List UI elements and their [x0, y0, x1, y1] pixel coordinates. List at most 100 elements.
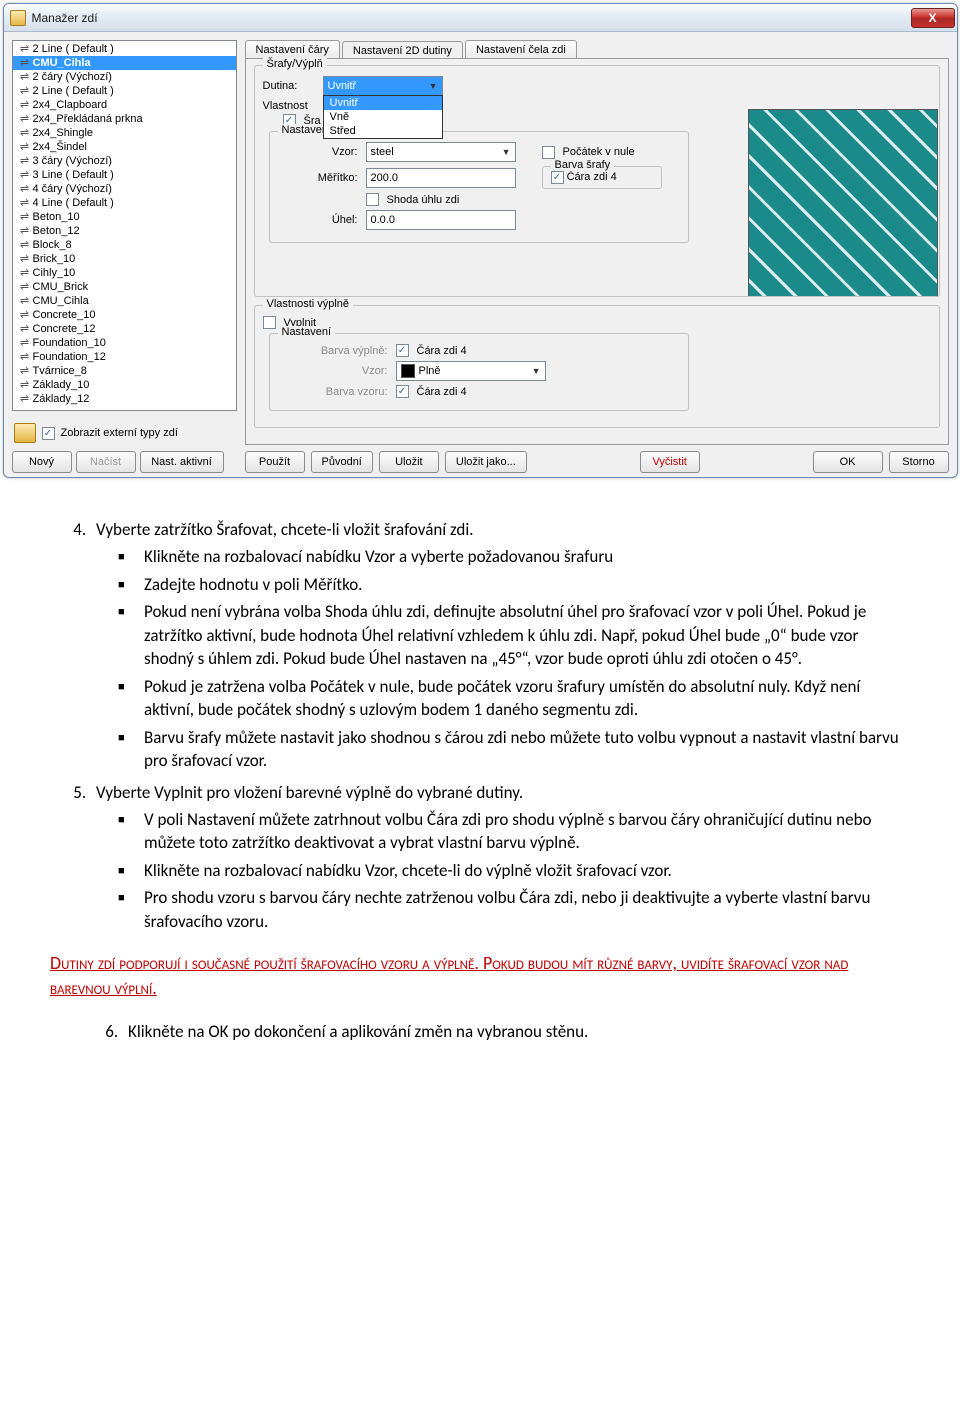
- wall-type-list[interactable]: ⇌2 Line ( Default )⇌CMU_Cihla⇌2 čáry (Vý…: [12, 40, 237, 411]
- wall-type-item[interactable]: ⇌2 Line ( Default ): [13, 42, 236, 56]
- apply-button[interactable]: Použít: [245, 451, 305, 473]
- pattern-color-wallline-label: Čára zdi 4: [417, 386, 467, 398]
- new-button[interactable]: Nový: [12, 451, 72, 473]
- step-6: Klikněte na OK po dokončení a aplikování…: [122, 1020, 910, 1043]
- save-as-button[interactable]: Uložit jako...: [445, 451, 527, 473]
- fill-pattern-value: Plně: [419, 365, 441, 377]
- wall-type-name: Foundation_12: [33, 350, 106, 364]
- hatch-color-wallline-checkbox[interactable]: ✓: [551, 171, 564, 184]
- wall-type-item[interactable]: ⇌2x4_Překládaná prkna: [13, 112, 236, 126]
- wall-type-item[interactable]: ⇌2x4_Šindel: [13, 140, 236, 154]
- wall-type-name: 3 Line ( Default ): [33, 168, 114, 182]
- wall-type-name: Concrete_12: [33, 322, 96, 336]
- fill-checkbox[interactable]: [263, 316, 276, 329]
- wall-type-item[interactable]: ⇌2x4_Clapboard: [13, 98, 236, 112]
- bullet: Klikněte na rozbalovací nabídku Vzor a v…: [140, 545, 910, 568]
- wall-glyph-icon: ⇌: [17, 182, 33, 196]
- wall-type-item[interactable]: ⇌4 Line ( Default ): [13, 196, 236, 210]
- close-button[interactable]: X: [911, 8, 955, 28]
- wall-glyph-icon: ⇌: [17, 112, 33, 126]
- folder-icon[interactable]: [14, 423, 36, 443]
- cavity-option[interactable]: Střed: [324, 124, 442, 138]
- wall-type-name: Concrete_10: [33, 308, 96, 322]
- wall-type-item[interactable]: ⇌Základy_10: [13, 378, 236, 392]
- pattern-label: Vzor:: [278, 146, 358, 158]
- fill-color-label: Barva výplně:: [278, 345, 388, 357]
- hatch-color-group-label: Barva šrafy: [551, 159, 615, 171]
- wall-type-item[interactable]: ⇌Concrete_10: [13, 308, 236, 322]
- cavity-dropdown[interactable]: UvnitřVněStřed: [323, 95, 443, 139]
- wall-type-item[interactable]: ⇌2 Line ( Default ): [13, 84, 236, 98]
- wall-type-name: Foundation_10: [33, 336, 106, 350]
- wall-type-item[interactable]: ⇌CMU_Cihla: [13, 294, 236, 308]
- wall-type-name: Brick_10: [33, 252, 76, 266]
- wall-type-item[interactable]: ⇌Beton_10: [13, 210, 236, 224]
- load-button[interactable]: Načíst: [76, 451, 136, 473]
- hatch-fill-group-label: Šrafy/Výplň: [263, 58, 327, 70]
- wall-type-name: Beton_12: [33, 224, 80, 238]
- wall-type-item[interactable]: ⇌Tvárnice_8: [13, 364, 236, 378]
- match-wall-angle-checkbox[interactable]: [366, 193, 379, 206]
- wall-type-item[interactable]: ⇌2 čáry (Výchozí): [13, 70, 236, 84]
- wall-type-item[interactable]: ⇌CMU_Cihla: [13, 56, 236, 70]
- ok-button[interactable]: OK: [813, 451, 883, 473]
- tab-endcap-settings[interactable]: Nastavení čela zdi: [465, 40, 577, 58]
- revert-button[interactable]: Původní: [311, 451, 373, 473]
- fill-pattern-combo[interactable]: Plně▼: [396, 361, 546, 381]
- wall-glyph-icon: ⇌: [17, 350, 33, 364]
- bullet: Klikněte na rozbalovací nabídku Vzor, ch…: [140, 859, 910, 882]
- wall-type-name: Tvárnice_8: [33, 364, 87, 378]
- save-button[interactable]: Uložit: [379, 451, 439, 473]
- wall-type-item[interactable]: ⇌Brick_10: [13, 252, 236, 266]
- scale-label: Měřítko:: [278, 172, 358, 184]
- wall-type-item[interactable]: ⇌Základy_12: [13, 392, 236, 406]
- wall-type-name: CMU_Cihla: [33, 56, 91, 70]
- wall-type-name: 2 čáry (Výchozí): [33, 70, 112, 84]
- fill-color-wallline-label: Čára zdi 4: [417, 345, 467, 357]
- tab-bar: Nastavení čáry Nastavení 2D dutiny Nasta…: [245, 40, 949, 58]
- wall-type-name: 2x4_Clapboard: [33, 98, 108, 112]
- tab-line-settings[interactable]: Nastavení čáry: [245, 40, 340, 58]
- pattern-combo-value: steel: [371, 146, 394, 158]
- wall-glyph-icon: ⇌: [17, 280, 33, 294]
- set-active-button[interactable]: Nast. aktivní: [140, 451, 224, 473]
- wall-type-name: Základy_10: [33, 378, 90, 392]
- pattern-color-wallline-checkbox[interactable]: ✓: [396, 385, 409, 398]
- wall-type-item[interactable]: ⇌2x4_Shingle: [13, 126, 236, 140]
- wall-type-item[interactable]: ⇌3 čáry (Výchozí): [13, 154, 236, 168]
- hatch-color-wallline-label: Čára zdi 4: [567, 171, 617, 183]
- pattern-color-label: Barva vzoru:: [278, 386, 388, 398]
- wall-type-item[interactable]: ⇌Beton_12: [13, 224, 236, 238]
- cavity-tab-panel: Šrafy/Výplň Dutina: Uvnitř▼ UvnitřVněStř…: [245, 58, 949, 445]
- wall-type-item[interactable]: ⇌CMU_Brick: [13, 280, 236, 294]
- angle-input[interactable]: 0.0.0: [366, 210, 516, 230]
- wall-type-name: Základy_12: [33, 392, 90, 406]
- wall-type-item[interactable]: ⇌Block_8: [13, 238, 236, 252]
- wall-type-item[interactable]: ⇌3 Line ( Default ): [13, 168, 236, 182]
- pattern-combo[interactable]: steel▼: [366, 142, 516, 162]
- show-external-checkbox[interactable]: ✓: [42, 427, 55, 440]
- wall-type-item[interactable]: ⇌Foundation_12: [13, 350, 236, 364]
- cavity-option[interactable]: Uvnitř: [324, 96, 442, 110]
- titlebar[interactable]: Manažer zdí X: [4, 4, 957, 32]
- wall-glyph-icon: ⇌: [17, 336, 33, 350]
- tab-cavity-settings[interactable]: Nastavení 2D dutiny: [342, 41, 463, 59]
- wall-glyph-icon: ⇌: [17, 224, 33, 238]
- bullet: Pokud není vybrána volba Shoda úhlu zdi,…: [140, 600, 910, 670]
- wall-type-item[interactable]: ⇌4 čáry (Výchozí): [13, 182, 236, 196]
- scale-input[interactable]: 200.0: [366, 168, 516, 188]
- cavity-option[interactable]: Vně: [324, 110, 442, 124]
- cavity-combo[interactable]: Uvnitř▼: [323, 76, 443, 96]
- cancel-button[interactable]: Storno: [889, 451, 949, 473]
- origin-zero-checkbox[interactable]: [542, 146, 555, 159]
- wall-glyph-icon: ⇌: [17, 154, 33, 168]
- wall-type-item[interactable]: ⇌Foundation_10: [13, 336, 236, 350]
- purge-button[interactable]: Vyčistit: [640, 451, 700, 473]
- wall-type-item[interactable]: ⇌Cihly_10: [13, 266, 236, 280]
- angle-label: Úhel:: [278, 214, 358, 226]
- fill-color-wallline-checkbox[interactable]: ✓: [396, 344, 409, 357]
- wall-type-item[interactable]: ⇌Concrete_12: [13, 322, 236, 336]
- wall-type-name: Block_8: [33, 238, 72, 252]
- wall-glyph-icon: ⇌: [17, 238, 33, 252]
- step-5: Vyberte Vyplnit pro vložení barevné výpl…: [90, 781, 910, 934]
